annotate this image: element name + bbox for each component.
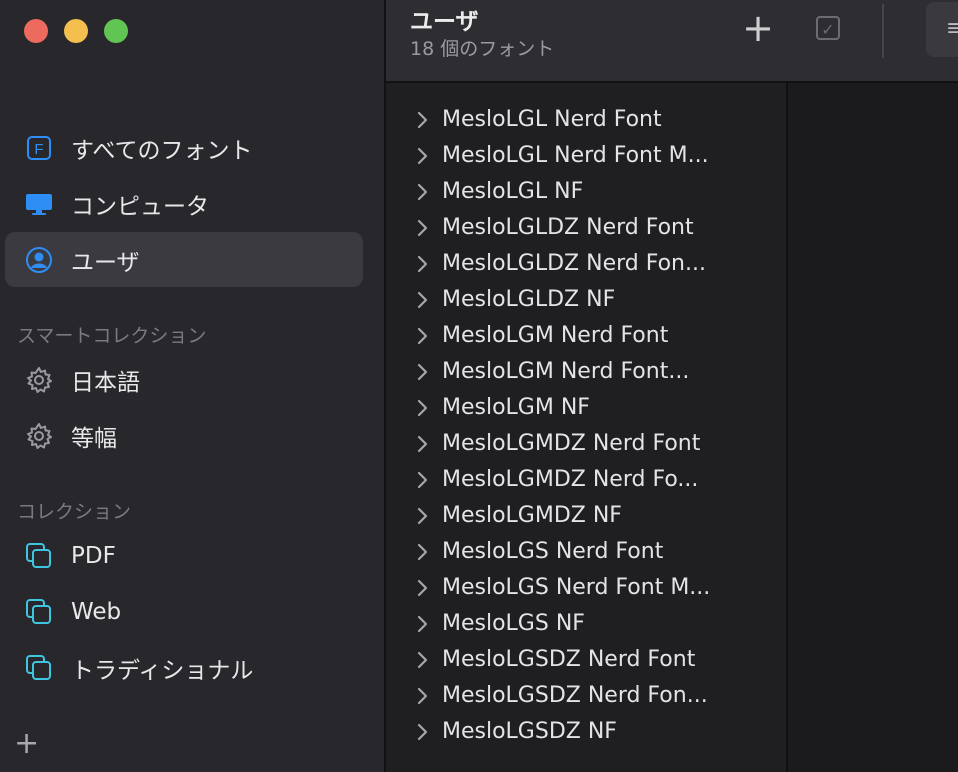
preview-pane [788, 83, 958, 772]
font-family-name: MesloLGM Nerd Font... [442, 359, 690, 384]
font-family-name: MesloLGS Nerd Font M... [442, 575, 711, 600]
font-family-row[interactable]: MesloLGM Nerd Font [386, 318, 786, 354]
sidebar-item-label: 等幅 [71, 425, 117, 452]
font-family-name: MesloLGMDZ NF [442, 503, 622, 528]
sidebar-item-monospace[interactable]: 等幅 [5, 408, 363, 463]
chevron-right-icon[interactable] [416, 219, 428, 237]
font-family-row[interactable]: MesloLGLDZ Nerd Font [386, 210, 786, 246]
chevron-right-icon[interactable] [416, 615, 428, 633]
font-family-name: MesloLGLDZ Nerd Fon... [442, 251, 706, 276]
font-family-name: MesloLGLDZ Nerd Font [442, 215, 694, 240]
sidebar-item-japanese[interactable]: 日本語 [5, 352, 363, 407]
font-family-row[interactable]: MesloLGSDZ Nerd Fon... [386, 678, 786, 714]
add-collection-button[interactable]: + [14, 729, 39, 759]
page-title: ユーザ [410, 9, 479, 35]
chevron-right-icon[interactable] [416, 543, 428, 561]
chevron-right-icon[interactable] [416, 507, 428, 525]
chevron-right-icon[interactable] [416, 183, 428, 201]
chevron-right-icon[interactable] [416, 255, 428, 273]
font-family-row[interactable]: MesloLGM NF [386, 390, 786, 426]
font-family-name: MesloLGS NF [442, 611, 585, 636]
sidebar-item-label: 日本語 [71, 369, 140, 396]
chevron-right-icon[interactable] [416, 651, 428, 669]
font-count: 18 個のフォント [410, 38, 555, 60]
sidebar-item-label: PDF [71, 542, 116, 569]
collection-icon [25, 598, 53, 626]
font-family-row[interactable]: MesloLGLDZ NF [386, 282, 786, 318]
font-family-row[interactable]: MesloLGMDZ Nerd Fo... [386, 462, 786, 498]
font-family-row[interactable]: MesloLGS Nerd Font [386, 534, 786, 570]
font-family-row[interactable]: MesloLGL Nerd Font [386, 102, 786, 138]
section-header-collections: コレクション [17, 501, 132, 523]
collection-icon [25, 542, 53, 570]
user-icon [25, 246, 53, 274]
font-family-row[interactable]: MesloLGS NF [386, 606, 786, 642]
font-family-row[interactable]: MesloLGLDZ Nerd Fon... [386, 246, 786, 282]
svg-text:F: F [34, 141, 43, 158]
chevron-right-icon[interactable] [416, 111, 428, 129]
font-family-name: MesloLGSDZ Nerd Fon... [442, 683, 708, 708]
sidebar-item-label: Web [71, 598, 122, 625]
font-family-row[interactable]: MesloLGMDZ Nerd Font [386, 426, 786, 462]
view-icon: ≡ [946, 16, 958, 41]
font-family-row[interactable]: MesloLGL NF [386, 174, 786, 210]
computer-icon [25, 190, 53, 218]
font-family-row[interactable]: MesloLGM Nerd Font... [386, 354, 786, 390]
font-family-name: MesloLGMDZ Nerd Fo... [442, 467, 699, 492]
sidebar-item-traditional[interactable]: トラディショナル [5, 640, 363, 695]
sidebar-item-web[interactable]: Web [5, 584, 363, 639]
close-window-button[interactable] [24, 19, 48, 43]
sidebar-item-label: ユーザ [71, 249, 140, 276]
sidebar-item-pdf[interactable]: PDF [5, 528, 363, 583]
window-controls [24, 19, 128, 43]
chevron-right-icon[interactable] [416, 435, 428, 453]
sidebar-item-label: すべてのフォント [71, 137, 253, 164]
toolbar: ユーザ 18 個のフォント + ✓ ≡ [386, 0, 958, 83]
chevron-right-icon[interactable] [416, 363, 428, 381]
chevron-right-icon[interactable] [416, 399, 428, 417]
minimize-window-button[interactable] [64, 19, 88, 43]
font-family-name: MesloLGS Nerd Font [442, 539, 664, 564]
chevron-right-icon[interactable] [416, 327, 428, 345]
font-book-icon: F [25, 134, 53, 162]
font-family-name: MesloLGM NF [442, 395, 590, 420]
font-family-row[interactable]: MesloLGSDZ NF [386, 714, 786, 750]
font-family-row[interactable]: MesloLGMDZ NF [386, 498, 786, 534]
gear-icon [25, 422, 53, 450]
zoom-window-button[interactable] [104, 19, 128, 43]
sidebar-item-all-fonts[interactable]: F すべてのフォント [5, 120, 363, 175]
sidebar-item-label: トラディショナル [71, 657, 254, 684]
chevron-right-icon[interactable] [416, 579, 428, 597]
collection-icon [25, 654, 53, 682]
sidebar: F すべてのフォント コンピュータ ユーザ スマートコレクション 日本語 等幅 … [0, 0, 384, 772]
font-family-name: MesloLGL Nerd Font [442, 107, 662, 132]
font-family-name: MesloLGMDZ Nerd Font [442, 431, 701, 456]
font-list: MesloLGL Nerd Font MesloLGL Nerd Font M..… [386, 83, 786, 772]
font-family-row[interactable]: MesloLGSDZ Nerd Font [386, 642, 786, 678]
sidebar-item-user[interactable]: ユーザ [5, 232, 363, 287]
font-family-row[interactable]: MesloLGS Nerd Font M... [386, 570, 786, 606]
font-family-name: MesloLGM Nerd Font [442, 323, 669, 348]
view-toggle-button[interactable]: ≡ [926, 2, 958, 57]
chevron-right-icon[interactable] [416, 687, 428, 705]
font-family-name: MesloLGSDZ Nerd Font [442, 647, 696, 672]
sidebar-item-label: コンピュータ [71, 193, 209, 220]
chevron-right-icon[interactable] [416, 723, 428, 741]
font-family-row[interactable]: MesloLGL Nerd Font M... [386, 138, 786, 174]
font-family-name: MesloLGL Nerd Font M... [442, 143, 709, 168]
gear-icon [25, 366, 53, 394]
chevron-right-icon[interactable] [416, 147, 428, 165]
font-family-name: MesloLGL NF [442, 179, 584, 204]
sidebar-item-computer[interactable]: コンピュータ [5, 176, 363, 231]
font-family-name: MesloLGLDZ NF [442, 287, 616, 312]
chevron-right-icon[interactable] [416, 291, 428, 309]
chevron-right-icon[interactable] [416, 471, 428, 489]
validate-fonts-button[interactable]: ✓ [816, 16, 840, 40]
section-header-smart-collections: スマートコレクション [17, 325, 207, 347]
toolbar-separator [882, 4, 884, 58]
add-font-button[interactable]: + [740, 9, 776, 47]
font-family-name: MesloLGSDZ NF [442, 719, 617, 744]
